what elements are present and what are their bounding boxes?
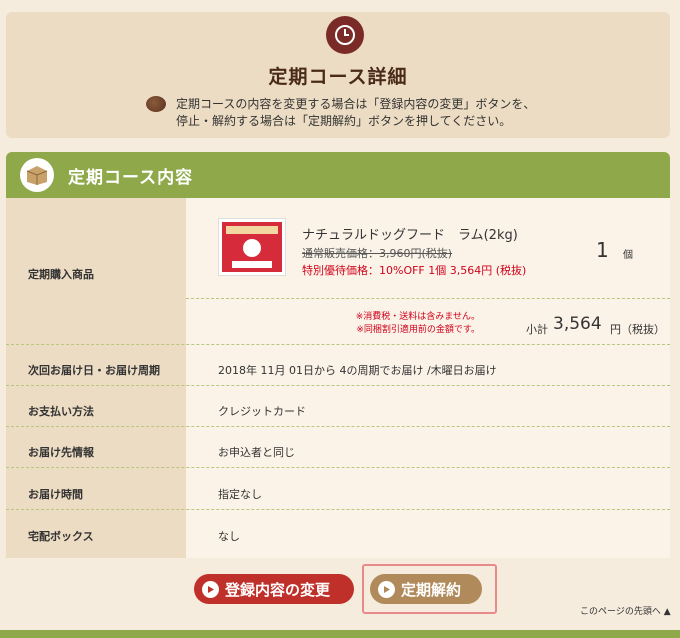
play-arrow-icon [202, 580, 219, 598]
product-name: ナチュラルドッグフード ラム(2kg) [302, 228, 518, 243]
play-arrow-icon [378, 580, 395, 598]
coffee-bean-icon [146, 96, 166, 112]
tax-note: ※消費税・送料は含みません。 [355, 312, 480, 322]
product-image [218, 218, 286, 276]
subtotal-label: 小計 [526, 323, 548, 336]
cancel-button-label: 定期解約 [401, 580, 462, 599]
course-section: 定期コース内容 定期購入商品 ナチュラルドッグフード ラム(2kg) 通常販売価… [6, 152, 670, 558]
change-button-label: 登録内容の変更 [225, 580, 331, 599]
quantity-unit: 個 [623, 250, 633, 261]
schedule-row-value: 2018年 11月 01日から 4の周期でお届け /木曜日お届け [218, 364, 497, 377]
row-divider [6, 385, 670, 386]
time-row-value: 指定なし [218, 488, 262, 501]
back-to-top-link[interactable]: このページの先頭へ ▲ [580, 604, 671, 617]
payment-row-value: クレジットカード [218, 405, 306, 418]
up-arrow-icon: ▲ [663, 607, 671, 617]
address-row-label: お届け先情報 [28, 446, 94, 459]
box-icon [20, 158, 54, 192]
section-header: 定期コース内容 [6, 152, 670, 198]
row-divider [6, 344, 670, 345]
row-divider [6, 426, 670, 427]
time-row-label: お届け時間 [28, 488, 83, 501]
discount-note: ※同梱割引適用前の金額です。 [356, 325, 480, 335]
footer-bar [0, 630, 680, 638]
notice-text: 定期コースの内容を変更する場合は「登録内容の変更」ボタンを、 停止・解約する場合… [176, 96, 576, 130]
notice-line-2: 停止・解約する場合は「定期解約」ボタンを押してください。 [176, 114, 512, 128]
row-divider [6, 467, 670, 468]
change-registration-button[interactable]: 登録内容の変更 [194, 574, 354, 604]
notice-line-1: 定期コースの内容を変更する場合は「登録内容の変更」ボタンを、 [176, 97, 536, 111]
product-divider [186, 298, 670, 299]
payment-row-label: お支払い方法 [28, 405, 94, 418]
row-divider [6, 509, 670, 510]
schedule-row-label: 次回お届け日・お届け周期 [28, 364, 160, 377]
box-row-value: なし [218, 530, 240, 543]
course-table: 定期購入商品 ナチュラルドッグフード ラム(2kg) 通常販売価格：3,960円… [6, 198, 670, 558]
page-title: 定期コース詳細 [268, 66, 408, 88]
box-row-label: 宅配ボックス [28, 530, 94, 543]
cancel-subscription-button[interactable]: 定期解約 [370, 574, 482, 604]
header-panel: 定期コース詳細 定期コースの内容を変更する場合は「登録内容の変更」ボタンを、 停… [6, 12, 670, 138]
special-price: 特別優待価格：10%OFF 1個 3,564円 (税抜) [302, 264, 527, 277]
label-column [6, 198, 186, 558]
back-to-top-label: このページの先頭へ [580, 607, 661, 617]
section-title: 定期コース内容 [68, 167, 194, 188]
clock-icon [326, 16, 364, 54]
product-row-label: 定期購入商品 [28, 268, 94, 281]
subtotal-value: 3,564 [553, 314, 602, 334]
subtotal-unit: 円（税抜） [610, 323, 665, 336]
address-row-value: お申込者と同じ [218, 446, 295, 459]
quantity-value: 1 [596, 238, 609, 262]
regular-price: 通常販売価格：3,960円(税抜) [302, 247, 453, 260]
